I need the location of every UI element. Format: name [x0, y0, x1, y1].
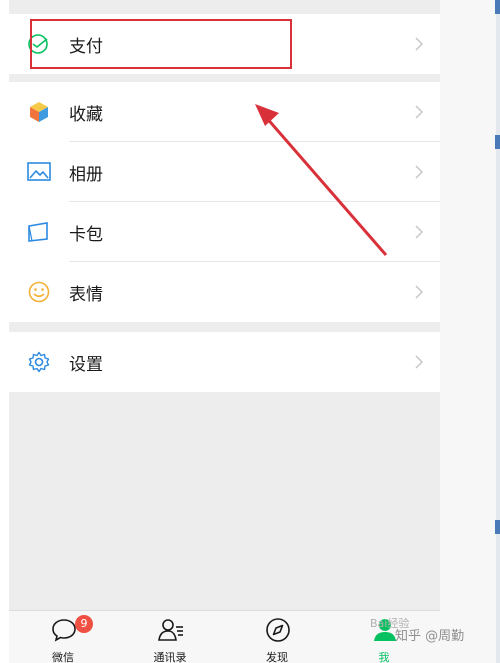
- wechat-me-screen: 支付 收藏 相册 卡包 表情 设置 9 微信 通讯录 发现 我: [9, 0, 440, 663]
- gear-icon: [28, 351, 50, 373]
- edge-mark: [495, 135, 500, 149]
- chat-bubble-icon: [52, 619, 76, 642]
- edge-mark: [495, 0, 500, 14]
- tab-contacts[interactable]: 通讯录: [130, 611, 210, 663]
- tab-discover-label: 发现: [266, 651, 288, 663]
- menu-item-settings-label: 设置: [69, 354, 103, 375]
- contacts-icon: [158, 619, 183, 641]
- compass-icon: [266, 618, 290, 642]
- tab-me-label: 我: [378, 651, 390, 663]
- tab-chats-label: 微信: [52, 651, 74, 663]
- tab-contacts-label: 通讯录: [153, 651, 187, 663]
- tab-chats[interactable]: 9 微信: [23, 611, 103, 663]
- settings-group: 设置: [9, 332, 440, 392]
- chevron-right-icon: [415, 355, 424, 369]
- edge-mark: [495, 520, 500, 534]
- window-edge: [496, 0, 500, 663]
- tab-discover[interactable]: 发现: [237, 611, 317, 663]
- menu-item-settings[interactable]: 设置: [9, 332, 440, 392]
- background-window-strip: [440, 0, 500, 663]
- watermark: 知乎 @周勤: [395, 629, 465, 644]
- unread-badge: 9: [75, 615, 93, 633]
- annotation-arrow: [255, 104, 388, 256]
